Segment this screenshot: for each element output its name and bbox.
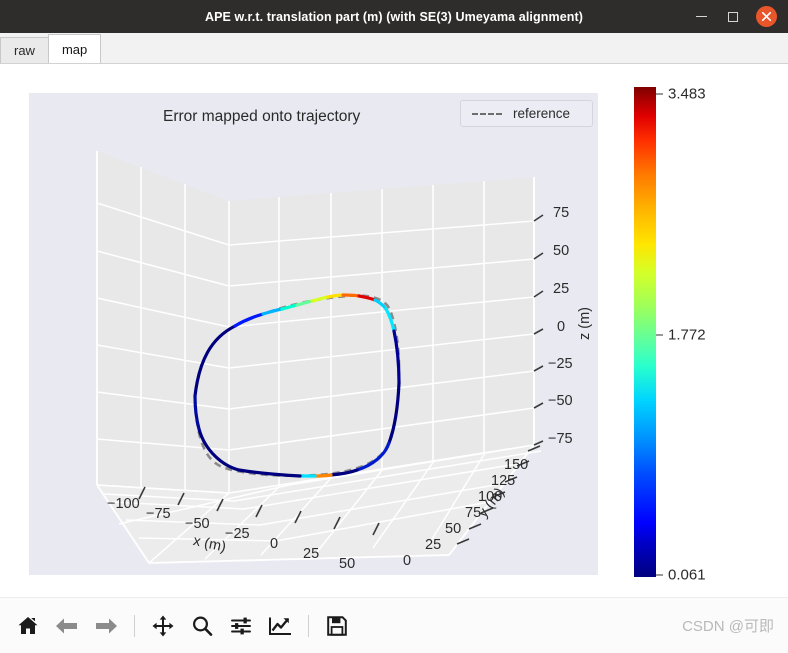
save-button[interactable] — [322, 611, 352, 641]
colorbar-tick-max: 3.483 — [656, 86, 706, 103]
colorbar-tick-mark-icon — [656, 93, 663, 95]
tab-raw[interactable]: raw — [0, 37, 49, 63]
window-titlebar: APE w.r.t. translation part (m) (with SE… — [0, 0, 788, 33]
z-tick-label-4: −25 — [548, 356, 573, 372]
matplotlib-toolbar: CSDN @可即 — [0, 597, 788, 653]
toolbar-separator — [134, 614, 135, 637]
colorbar-tick-mark-icon — [656, 334, 663, 336]
window-controls — [692, 0, 782, 33]
y-tick-label-6: 150 — [504, 457, 529, 473]
colorbar-tick-label-max: 3.483 — [668, 85, 706, 103]
back-button[interactable] — [52, 611, 82, 641]
colorbar-tick-label-mid: 1.772 — [668, 326, 706, 344]
x-tick-label-2: −50 — [185, 516, 210, 532]
tab-raw-label: raw — [14, 43, 35, 58]
colorbar-tick-min: 0.061 — [656, 567, 706, 584]
home-icon — [18, 616, 38, 634]
x-tick-label-1: −75 — [146, 506, 171, 522]
close-button[interactable] — [756, 6, 777, 27]
axes-3d-panel[interactable]: 75 50 25 0 −25 −50 −75 z (m) −100 −75 −5… — [29, 93, 598, 575]
configure-subplots-button[interactable] — [226, 611, 256, 641]
edit-axis-button[interactable] — [265, 611, 295, 641]
figure-canvas[interactable]: 75 50 25 0 −25 −50 −75 z (m) −100 −75 −5… — [0, 64, 788, 597]
plot-title: Error mapped onto trajectory — [163, 108, 361, 125]
toolbar-separator — [308, 614, 309, 637]
z-tick-label-3: 0 — [557, 319, 566, 335]
watermark-text: CSDN @可即 — [682, 618, 774, 635]
arrow-left-icon — [56, 618, 77, 633]
colorbar-tick-label-min: 0.061 — [668, 566, 706, 584]
home-button[interactable] — [13, 611, 43, 641]
magnifier-icon — [192, 615, 213, 636]
tab-bar: raw map — [0, 33, 788, 64]
forward-button[interactable] — [91, 611, 121, 641]
legend-reference-label: reference — [513, 106, 571, 121]
z-tick-label-5: −50 — [548, 393, 573, 409]
maximize-button[interactable] — [724, 8, 742, 26]
pan-button[interactable] — [148, 611, 178, 641]
close-icon — [761, 11, 772, 22]
z-tick-label-1: 50 — [553, 243, 570, 259]
y-tick-label-2: 50 — [445, 521, 462, 537]
floppy-disk-icon — [327, 615, 347, 636]
z-tick-label-6: −75 — [548, 431, 573, 447]
y-tick-label-0: 0 — [403, 553, 412, 569]
window-title: APE w.r.t. translation part (m) (with SE… — [204, 9, 584, 24]
z-axis-label: z (m) — [577, 306, 593, 340]
tab-map-label: map — [61, 41, 88, 57]
colorbar-tick-mark-icon — [656, 574, 663, 576]
x-tick-label-3: −25 — [225, 526, 250, 542]
legend-box[interactable]: reference — [460, 100, 593, 127]
x-tick-label-4: 0 — [270, 536, 279, 552]
z-tick-label-0: 75 — [553, 205, 570, 221]
x-tick-label-5: 25 — [303, 546, 320, 562]
z-tick-label-2: 25 — [553, 281, 570, 297]
z-axis-ticks — [533, 214, 544, 446]
sliders-icon — [231, 617, 251, 634]
x-tick-label-0: −100 — [107, 496, 140, 512]
y-tick-label-1: 25 — [425, 537, 442, 553]
colorbar-gradient — [634, 87, 656, 577]
legend-reference-line-icon — [472, 112, 502, 115]
move-arrows-icon — [152, 615, 174, 636]
colorbar-tick-mid: 1.772 — [656, 327, 706, 344]
minimize-button[interactable] — [692, 8, 710, 26]
arrow-right-icon — [96, 618, 117, 633]
chart-line-icon — [269, 617, 291, 635]
zoom-button[interactable] — [187, 611, 217, 641]
tab-map[interactable]: map — [47, 34, 102, 63]
colorbar: 3.483 1.772 0.061 — [634, 86, 774, 584]
x-tick-label-6: 50 — [339, 556, 356, 572]
